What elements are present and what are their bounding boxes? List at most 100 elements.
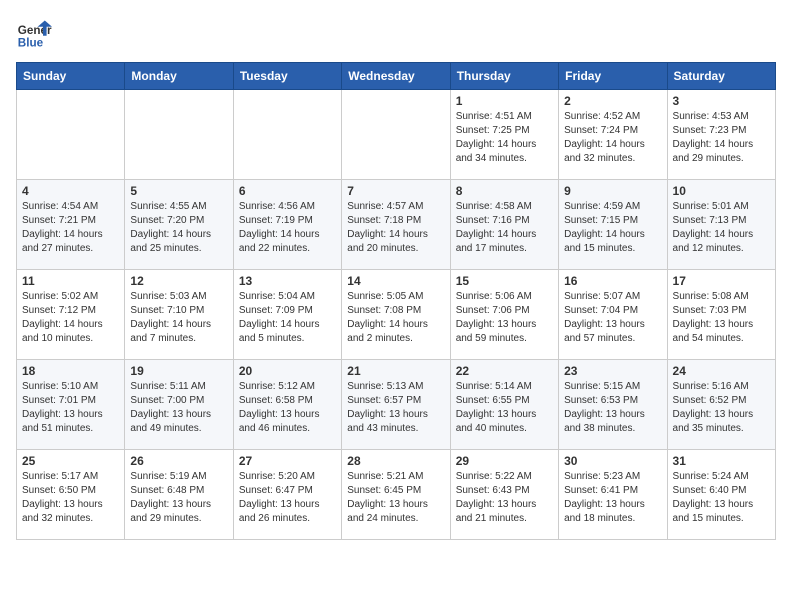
day-cell: 6 Sunrise: 4:56 AM Sunset: 7:19 PM Daylig… bbox=[233, 180, 341, 270]
day-number: 27 bbox=[239, 454, 336, 468]
day-cell: 15 Sunrise: 5:06 AM Sunset: 7:06 PM Dayli… bbox=[450, 270, 558, 360]
day-number: 6 bbox=[239, 184, 336, 198]
day-cell: 14 Sunrise: 5:05 AM Sunset: 7:08 PM Dayli… bbox=[342, 270, 450, 360]
day-detail: Sunrise: 5:23 AM Sunset: 6:41 PM Dayligh… bbox=[564, 470, 661, 526]
week-row-5: 25 Sunrise: 5:17 AM Sunset: 6:50 PM Dayli… bbox=[17, 450, 776, 540]
day-number: 29 bbox=[456, 454, 553, 468]
day-number: 23 bbox=[564, 364, 661, 378]
week-row-2: 4Sunrise: 4:54 AM Sunset: 7:21 PM Daylig… bbox=[17, 180, 776, 270]
col-header-saturday: Saturday bbox=[667, 63, 775, 90]
day-detail: Sunrise: 5:16 AM Sunset: 6:52 PM Dayligh… bbox=[673, 380, 770, 436]
day-cell bbox=[17, 90, 125, 180]
day-detail: Sunrise: 4:52 AM Sunset: 7:24 PM Dayligh… bbox=[564, 110, 661, 166]
day-detail: Sunrise: 5:10 AM Sunset: 7:01 PM Dayligh… bbox=[22, 380, 119, 436]
day-number: 16 bbox=[564, 274, 661, 288]
day-number: 11 bbox=[22, 274, 119, 288]
day-number: 10 bbox=[673, 184, 770, 198]
day-number: 31 bbox=[673, 454, 770, 468]
day-number: 30 bbox=[564, 454, 661, 468]
day-detail: Sunrise: 4:53 AM Sunset: 7:23 PM Dayligh… bbox=[673, 110, 770, 166]
day-detail: Sunrise: 5:13 AM Sunset: 6:57 PM Dayligh… bbox=[347, 380, 444, 436]
day-cell: 24Sunrise: 5:16 AM Sunset: 6:52 PM Dayli… bbox=[667, 360, 775, 450]
logo-icon: General Blue bbox=[16, 16, 52, 52]
logo: General Blue bbox=[16, 16, 56, 52]
col-header-wednesday: Wednesday bbox=[342, 63, 450, 90]
day-detail: Sunrise: 5:19 AM Sunset: 6:48 PM Dayligh… bbox=[130, 470, 227, 526]
week-row-4: 18 Sunrise: 5:10 AM Sunset: 7:01 PM Dayli… bbox=[17, 360, 776, 450]
day-cell: 3 Sunrise: 4:53 AM Sunset: 7:23 PM Daylig… bbox=[667, 90, 775, 180]
day-cell: 25 Sunrise: 5:17 AM Sunset: 6:50 PM Dayli… bbox=[17, 450, 125, 540]
day-cell: 23 Sunrise: 5:15 AM Sunset: 6:53 PM Dayli… bbox=[559, 360, 667, 450]
calendar-header-row: SundayMondayTuesdayWednesdayThursdayFrid… bbox=[17, 63, 776, 90]
day-number: 3 bbox=[673, 94, 770, 108]
day-number: 2 bbox=[564, 94, 661, 108]
day-number: 26 bbox=[130, 454, 227, 468]
day-detail: Sunrise: 5:21 AM Sunset: 6:45 PM Dayligh… bbox=[347, 470, 444, 526]
week-row-3: 11 Sunrise: 5:02 AM Sunset: 7:12 PM Dayli… bbox=[17, 270, 776, 360]
day-cell bbox=[233, 90, 341, 180]
svg-text:Blue: Blue bbox=[18, 37, 44, 50]
day-detail: Sunrise: 5:15 AM Sunset: 6:53 PM Dayligh… bbox=[564, 380, 661, 436]
day-cell: 20 Sunrise: 5:12 AM Sunset: 6:58 PM Dayli… bbox=[233, 360, 341, 450]
day-number: 17 bbox=[673, 274, 770, 288]
day-detail: Sunrise: 4:51 AM Sunset: 7:25 PM Dayligh… bbox=[456, 110, 553, 166]
day-cell: 29Sunrise: 5:22 AM Sunset: 6:43 PM Dayli… bbox=[450, 450, 558, 540]
day-cell: 22 Sunrise: 5:14 AM Sunset: 6:55 PM Dayli… bbox=[450, 360, 558, 450]
day-number: 8 bbox=[456, 184, 553, 198]
day-cell: 9Sunrise: 4:59 AM Sunset: 7:15 PM Daylig… bbox=[559, 180, 667, 270]
day-number: 25 bbox=[22, 454, 119, 468]
day-cell: 19 Sunrise: 5:11 AM Sunset: 7:00 PM Dayli… bbox=[125, 360, 233, 450]
day-cell: 27 Sunrise: 5:20 AM Sunset: 6:47 PM Dayli… bbox=[233, 450, 341, 540]
day-cell: 5 Sunrise: 4:55 AM Sunset: 7:20 PM Daylig… bbox=[125, 180, 233, 270]
day-number: 7 bbox=[347, 184, 444, 198]
day-cell: 13 Sunrise: 5:04 AM Sunset: 7:09 PM Dayli… bbox=[233, 270, 341, 360]
day-cell: 10Sunrise: 5:01 AM Sunset: 7:13 PM Dayli… bbox=[667, 180, 775, 270]
day-detail: Sunrise: 5:20 AM Sunset: 6:47 PM Dayligh… bbox=[239, 470, 336, 526]
day-number: 14 bbox=[347, 274, 444, 288]
day-cell: 7 Sunrise: 4:57 AM Sunset: 7:18 PM Daylig… bbox=[342, 180, 450, 270]
day-detail: Sunrise: 4:57 AM Sunset: 7:18 PM Dayligh… bbox=[347, 200, 444, 256]
day-detail: Sunrise: 5:11 AM Sunset: 7:00 PM Dayligh… bbox=[130, 380, 227, 436]
day-cell: 8Sunrise: 4:58 AM Sunset: 7:16 PM Daylig… bbox=[450, 180, 558, 270]
day-detail: Sunrise: 5:08 AM Sunset: 7:03 PM Dayligh… bbox=[673, 290, 770, 346]
day-detail: Sunrise: 5:07 AM Sunset: 7:04 PM Dayligh… bbox=[564, 290, 661, 346]
day-cell: 26 Sunrise: 5:19 AM Sunset: 6:48 PM Dayli… bbox=[125, 450, 233, 540]
day-detail: Sunrise: 5:17 AM Sunset: 6:50 PM Dayligh… bbox=[22, 470, 119, 526]
day-number: 22 bbox=[456, 364, 553, 378]
day-detail: Sunrise: 5:14 AM Sunset: 6:55 PM Dayligh… bbox=[456, 380, 553, 436]
col-header-thursday: Thursday bbox=[450, 63, 558, 90]
day-cell bbox=[125, 90, 233, 180]
day-cell: 28Sunrise: 5:21 AM Sunset: 6:45 PM Dayli… bbox=[342, 450, 450, 540]
col-header-sunday: Sunday bbox=[17, 63, 125, 90]
day-cell: 30 Sunrise: 5:23 AM Sunset: 6:41 PM Dayli… bbox=[559, 450, 667, 540]
day-number: 5 bbox=[130, 184, 227, 198]
day-detail: Sunrise: 4:59 AM Sunset: 7:15 PM Dayligh… bbox=[564, 200, 661, 256]
day-cell: 11 Sunrise: 5:02 AM Sunset: 7:12 PM Dayli… bbox=[17, 270, 125, 360]
day-detail: Sunrise: 5:02 AM Sunset: 7:12 PM Dayligh… bbox=[22, 290, 119, 346]
day-number: 1 bbox=[456, 94, 553, 108]
day-detail: Sunrise: 5:12 AM Sunset: 6:58 PM Dayligh… bbox=[239, 380, 336, 436]
col-header-friday: Friday bbox=[559, 63, 667, 90]
day-cell: 12Sunrise: 5:03 AM Sunset: 7:10 PM Dayli… bbox=[125, 270, 233, 360]
day-cell: 21 Sunrise: 5:13 AM Sunset: 6:57 PM Dayli… bbox=[342, 360, 450, 450]
day-number: 13 bbox=[239, 274, 336, 288]
day-number: 18 bbox=[22, 364, 119, 378]
day-detail: Sunrise: 5:03 AM Sunset: 7:10 PM Dayligh… bbox=[130, 290, 227, 346]
day-cell: 2 Sunrise: 4:52 AM Sunset: 7:24 PM Daylig… bbox=[559, 90, 667, 180]
day-detail: Sunrise: 4:56 AM Sunset: 7:19 PM Dayligh… bbox=[239, 200, 336, 256]
day-cell bbox=[342, 90, 450, 180]
day-number: 20 bbox=[239, 364, 336, 378]
day-detail: Sunrise: 5:06 AM Sunset: 7:06 PM Dayligh… bbox=[456, 290, 553, 346]
calendar-table: SundayMondayTuesdayWednesdayThursdayFrid… bbox=[16, 62, 776, 540]
day-detail: Sunrise: 5:24 AM Sunset: 6:40 PM Dayligh… bbox=[673, 470, 770, 526]
page-header: General Blue bbox=[16, 16, 776, 52]
day-number: 15 bbox=[456, 274, 553, 288]
day-detail: Sunrise: 5:04 AM Sunset: 7:09 PM Dayligh… bbox=[239, 290, 336, 346]
day-cell: 4Sunrise: 4:54 AM Sunset: 7:21 PM Daylig… bbox=[17, 180, 125, 270]
day-number: 21 bbox=[347, 364, 444, 378]
day-detail: Sunrise: 4:55 AM Sunset: 7:20 PM Dayligh… bbox=[130, 200, 227, 256]
day-number: 19 bbox=[130, 364, 227, 378]
day-detail: Sunrise: 5:05 AM Sunset: 7:08 PM Dayligh… bbox=[347, 290, 444, 346]
day-cell: 1 Sunrise: 4:51 AM Sunset: 7:25 PM Daylig… bbox=[450, 90, 558, 180]
day-number: 4 bbox=[22, 184, 119, 198]
